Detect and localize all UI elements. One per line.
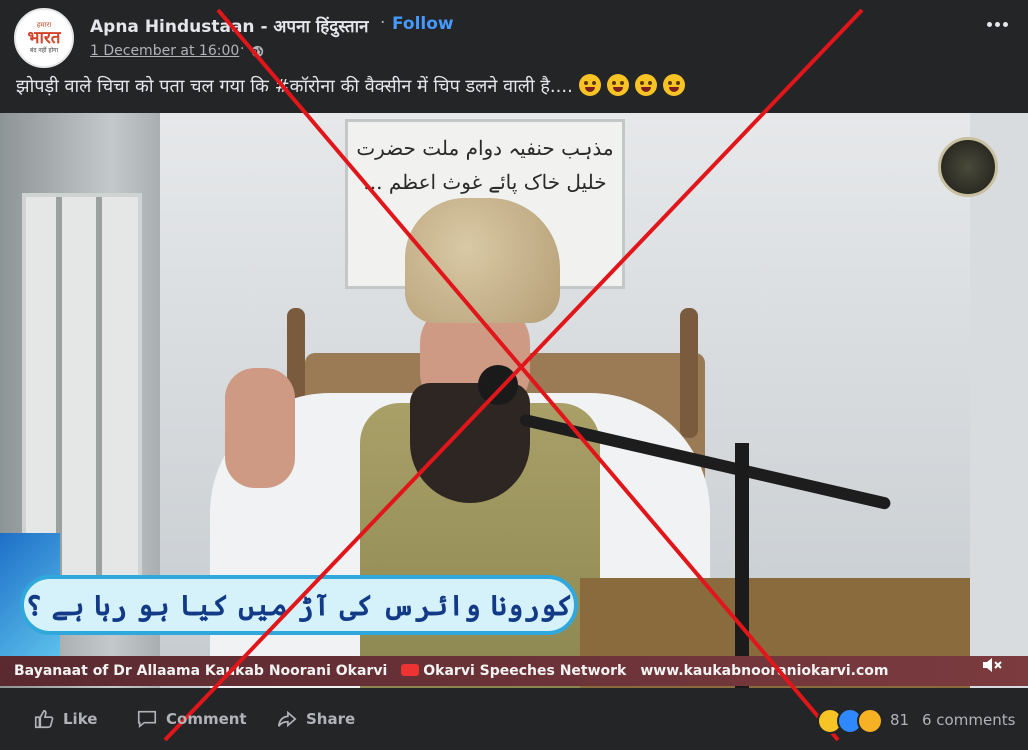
globe-icon [251,45,264,58]
chair-post-right [680,308,698,438]
care-reaction-icon [857,708,883,734]
plaque-text: مذہب حنفیہ دوام ملت حضرت خلیل خاک پائے غ… [356,136,614,194]
like-icon [34,709,54,729]
more-options-icon[interactable] [984,14,1010,34]
avatar-line-2: भारत [27,28,61,48]
share-label: Share [306,710,356,728]
post-timestamp[interactable]: 1 December at 16:00 [90,43,239,59]
video-ticker: Bayanaat of Dr Allaama Kaukab Noorani Ok… [0,656,1028,686]
wall-ornament [938,137,998,197]
share-icon [277,710,297,728]
comment-button[interactable]: Comment [136,708,247,730]
like-label: Like [63,710,98,728]
post-caption: झोपड़ी वाले चिचा को पता चल गया कि #कॉरोन… [16,74,685,98]
laughing-emoji-icon [606,74,629,96]
page-name-link[interactable]: Apna Hindustaan - अपना हिंदुस्तान [90,14,368,37]
reaction-count[interactable]: 81 [890,711,909,729]
speaker-turban [405,198,560,323]
wall-right [970,113,1028,688]
follow-button[interactable]: Follow [392,14,454,34]
comments-count-link[interactable]: 6 comments [922,711,1015,729]
ticker-text-3: www.kaukabnooraniokarvi.com [640,663,889,679]
video-title-banner: کورونا وائرس کی آڑ میں کیا ہو رہا ہے ؟ [20,575,578,635]
comment-label: Comment [166,710,247,728]
youtube-icon [401,664,420,676]
header-separator: · [380,13,386,33]
laughing-emoji-icon [662,74,685,96]
mute-icon[interactable] [980,653,1004,677]
share-button[interactable]: Share [276,708,355,730]
ticker-text-1: Bayanaat of Dr Allaama Kaukab Noorani Ok… [14,663,388,679]
like-button[interactable]: Like [33,708,97,730]
video-player[interactable]: مذہب حنفیہ دوام ملت حضرت خلیل خاک پائے غ… [0,113,1028,688]
speaker-beard [410,383,530,503]
comment-icon [137,710,157,729]
facebook-post: हमारा भारत बंद नहीं होगा Apna Hindustaan… [0,0,1028,750]
avatar-line-3: बंद नहीं होगा [29,47,59,54]
tongue-emoji-icon [634,74,657,96]
speaker-raised-hand [225,368,295,488]
meta-separator: · [240,41,245,57]
page-avatar[interactable]: हमारा भारत बंद नहीं होगा [14,8,74,68]
ticker-text-2-wrap: Okarvi Speeches Network [401,663,626,679]
caption-text: झोपड़ी वाले चिचा को पता चल गया कि #कॉरोन… [16,76,573,97]
tongue-emoji-icon [578,74,601,96]
mic-stand [735,443,749,688]
microphone [478,365,518,405]
reaction-summary[interactable] [817,708,883,734]
ticker-text-2: Okarvi Speeches Network [423,663,627,679]
action-bar: Like Comment Share 81 6 comments [0,700,1028,740]
